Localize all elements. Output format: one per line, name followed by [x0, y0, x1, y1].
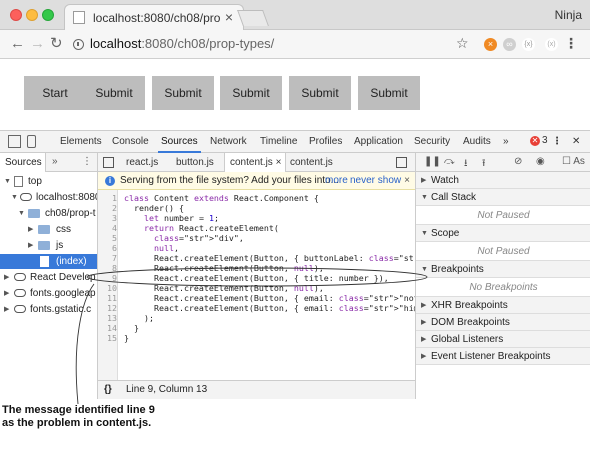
callout-overlay — [75, 267, 428, 405]
callout-leader-line — [75, 283, 95, 405]
callout-caption: The message identified line 9 as the pro… — [2, 404, 155, 430]
caption-line-2: as the problem in content.js. — [2, 417, 152, 429]
caption-line-1: The message identified line 9 — [2, 404, 155, 416]
highlight-ellipse — [86, 267, 428, 287]
